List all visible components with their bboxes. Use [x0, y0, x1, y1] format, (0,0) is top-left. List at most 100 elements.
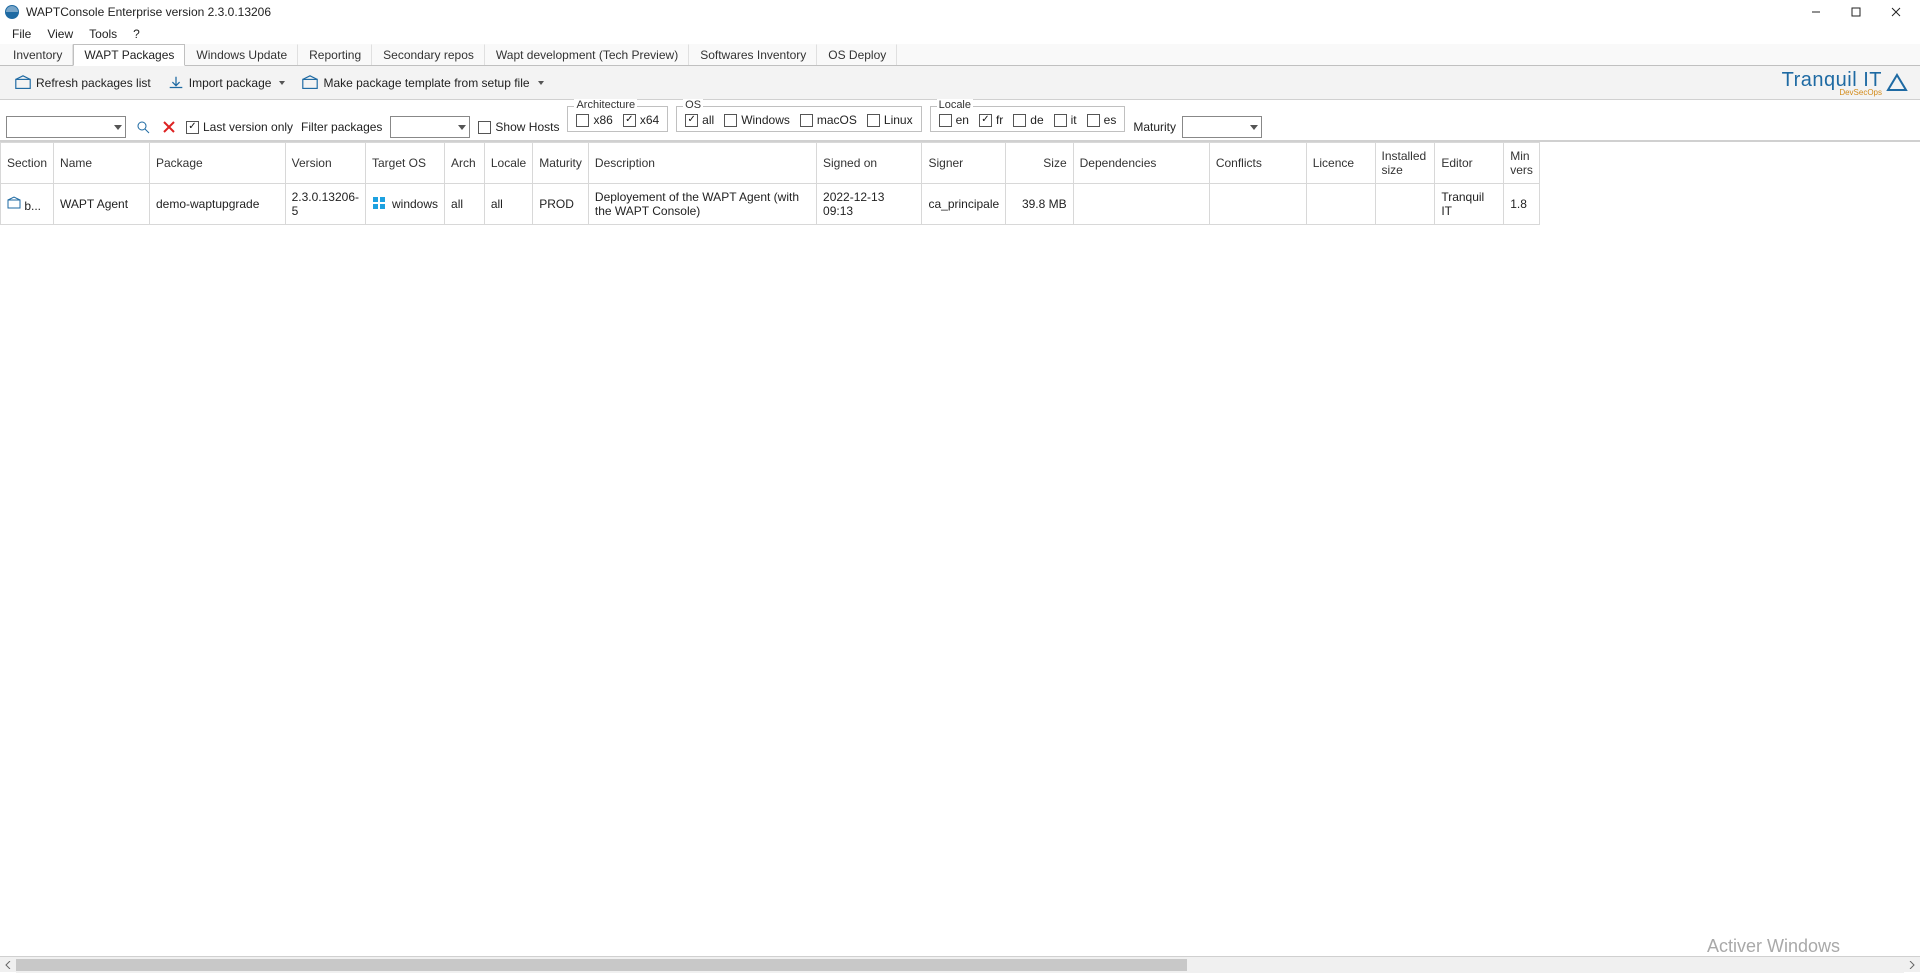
- menu-tools[interactable]: Tools: [81, 25, 125, 43]
- package-icon: [14, 74, 32, 92]
- clear-icon[interactable]: [160, 118, 178, 136]
- tab-softwares-inventory[interactable]: Softwares Inventory: [689, 44, 817, 65]
- cell-dependencies: [1073, 184, 1209, 225]
- col-installed-size[interactable]: Installed size: [1375, 143, 1435, 184]
- main-tabs: Inventory WAPT Packages Windows Update R…: [0, 44, 1920, 66]
- locale-fr-checkbox[interactable]: fr: [979, 113, 1003, 127]
- cell-conflicts: [1209, 184, 1306, 225]
- os-group: OS all Windows macOS Linux: [676, 106, 921, 132]
- os-linux-checkbox[interactable]: Linux: [867, 113, 913, 127]
- col-licence[interactable]: Licence: [1306, 143, 1375, 184]
- cell-signer: ca_principale: [922, 184, 1006, 225]
- search-combo[interactable]: [6, 116, 126, 138]
- locale-it-checkbox[interactable]: it: [1054, 113, 1077, 127]
- package-icon: [301, 74, 319, 92]
- triangle-icon: [1886, 72, 1908, 94]
- arch-x86-checkbox[interactable]: x86: [576, 113, 612, 127]
- col-name[interactable]: Name: [54, 143, 150, 184]
- maturity-label: Maturity: [1133, 120, 1176, 134]
- maturity-combo[interactable]: [1182, 116, 1262, 138]
- window-title: WAPTConsole Enterprise version 2.3.0.132…: [26, 5, 271, 19]
- cell-editor: Tranquil IT: [1435, 184, 1504, 225]
- architecture-group: Architecture x86 x64: [567, 106, 668, 132]
- col-signed-on[interactable]: Signed on: [817, 143, 922, 184]
- col-conflicts[interactable]: Conflicts: [1209, 143, 1306, 184]
- cell-version: 2.3.0.13206-5: [285, 184, 365, 225]
- filter-packages-combo[interactable]: [390, 116, 470, 138]
- col-version[interactable]: Version: [285, 143, 365, 184]
- cell-arch: all: [445, 184, 485, 225]
- last-version-only-checkbox[interactable]: Last version only: [186, 120, 293, 134]
- app-icon: [4, 4, 20, 20]
- tab-windows-update[interactable]: Windows Update: [185, 44, 298, 65]
- locale-group: Locale en fr de it es: [930, 106, 1126, 132]
- close-button[interactable]: [1876, 0, 1916, 24]
- show-hosts-label: Show Hosts: [495, 120, 559, 134]
- col-locale[interactable]: Locale: [484, 143, 532, 184]
- tab-os-deploy[interactable]: OS Deploy: [817, 44, 897, 65]
- os-all-checkbox[interactable]: all: [685, 113, 714, 127]
- tab-secondary-repos[interactable]: Secondary repos: [372, 44, 485, 65]
- packages-table-wrap[interactable]: Section Name Package Version Target OS A…: [0, 141, 1920, 956]
- tab-reporting[interactable]: Reporting: [298, 44, 372, 65]
- cell-description: Deployement of the WAPT Agent (with the …: [588, 184, 816, 225]
- cell-signed-on: 2022-12-13 09:13: [817, 184, 922, 225]
- col-maturity[interactable]: Maturity: [533, 143, 589, 184]
- cell-package: demo-waptupgrade: [150, 184, 286, 225]
- menu-file[interactable]: File: [4, 25, 39, 43]
- search-icon[interactable]: [134, 118, 152, 136]
- locale-en-checkbox[interactable]: en: [939, 113, 969, 127]
- menu-view[interactable]: View: [39, 25, 81, 43]
- chevron-down-icon: [538, 81, 544, 85]
- download-icon: [167, 74, 185, 92]
- menu-help[interactable]: ?: [125, 25, 148, 43]
- horizontal-scrollbar[interactable]: [0, 956, 1920, 972]
- windows-icon: [372, 196, 386, 213]
- os-legend: OS: [683, 99, 703, 111]
- col-target-os[interactable]: Target OS: [366, 143, 445, 184]
- maximize-button[interactable]: [1836, 0, 1876, 24]
- tab-inventory[interactable]: Inventory: [2, 44, 73, 65]
- col-arch[interactable]: Arch: [445, 143, 485, 184]
- filter-packages-label: Filter packages: [301, 120, 382, 134]
- cell-size: 39.8 MB: [1006, 184, 1073, 225]
- col-dependencies[interactable]: Dependencies: [1073, 143, 1209, 184]
- tab-wapt-packages[interactable]: WAPT Packages: [73, 44, 185, 66]
- cell-licence: [1306, 184, 1375, 225]
- col-package[interactable]: Package: [150, 143, 286, 184]
- make-package-template-button[interactable]: Make package template from setup file: [293, 70, 551, 96]
- show-hosts-checkbox[interactable]: Show Hosts: [478, 120, 559, 134]
- os-macos-checkbox[interactable]: macOS: [800, 113, 857, 127]
- cell-target-os: windows: [392, 197, 438, 211]
- locale-es-checkbox[interactable]: es: [1087, 113, 1117, 127]
- tab-wapt-development[interactable]: Wapt development (Tech Preview): [485, 44, 689, 65]
- col-editor[interactable]: Editor: [1435, 143, 1504, 184]
- refresh-packages-label: Refresh packages list: [36, 76, 151, 90]
- col-signer[interactable]: Signer: [922, 143, 1006, 184]
- locale-de-checkbox[interactable]: de: [1013, 113, 1043, 127]
- refresh-packages-button[interactable]: Refresh packages list: [6, 70, 159, 96]
- scroll-left-arrow[interactable]: [0, 957, 16, 973]
- col-section[interactable]: Section: [1, 143, 54, 184]
- table-row[interactable]: b... WAPT Agent demo-waptupgrade 2.3.0.1…: [1, 184, 1540, 225]
- menubar: File View Tools ?: [0, 24, 1920, 44]
- toolbar: Refresh packages list Import package Mak…: [0, 66, 1920, 100]
- table-header-row: Section Name Package Version Target OS A…: [1, 143, 1540, 184]
- scroll-thumb[interactable]: [16, 959, 1187, 971]
- scroll-track[interactable]: [16, 957, 1904, 973]
- minimize-button[interactable]: [1796, 0, 1836, 24]
- os-windows-checkbox[interactable]: Windows: [724, 113, 790, 127]
- col-description[interactable]: Description: [588, 143, 816, 184]
- arch-x64-checkbox[interactable]: x64: [623, 113, 659, 127]
- locale-legend: Locale: [937, 99, 973, 111]
- scroll-right-arrow[interactable]: [1904, 957, 1920, 973]
- chevron-down-icon: [279, 81, 285, 85]
- filter-bar: Last version only Filter packages Show H…: [0, 100, 1920, 141]
- cell-min-vers: 1.8: [1504, 184, 1540, 225]
- col-size[interactable]: Size: [1006, 143, 1073, 184]
- packages-table: Section Name Package Version Target OS A…: [0, 142, 1540, 225]
- cell-section: b...: [24, 199, 41, 213]
- make-package-template-label: Make package template from setup file: [323, 76, 529, 90]
- import-package-button[interactable]: Import package: [159, 70, 294, 96]
- col-min-vers[interactable]: Min vers: [1504, 143, 1540, 184]
